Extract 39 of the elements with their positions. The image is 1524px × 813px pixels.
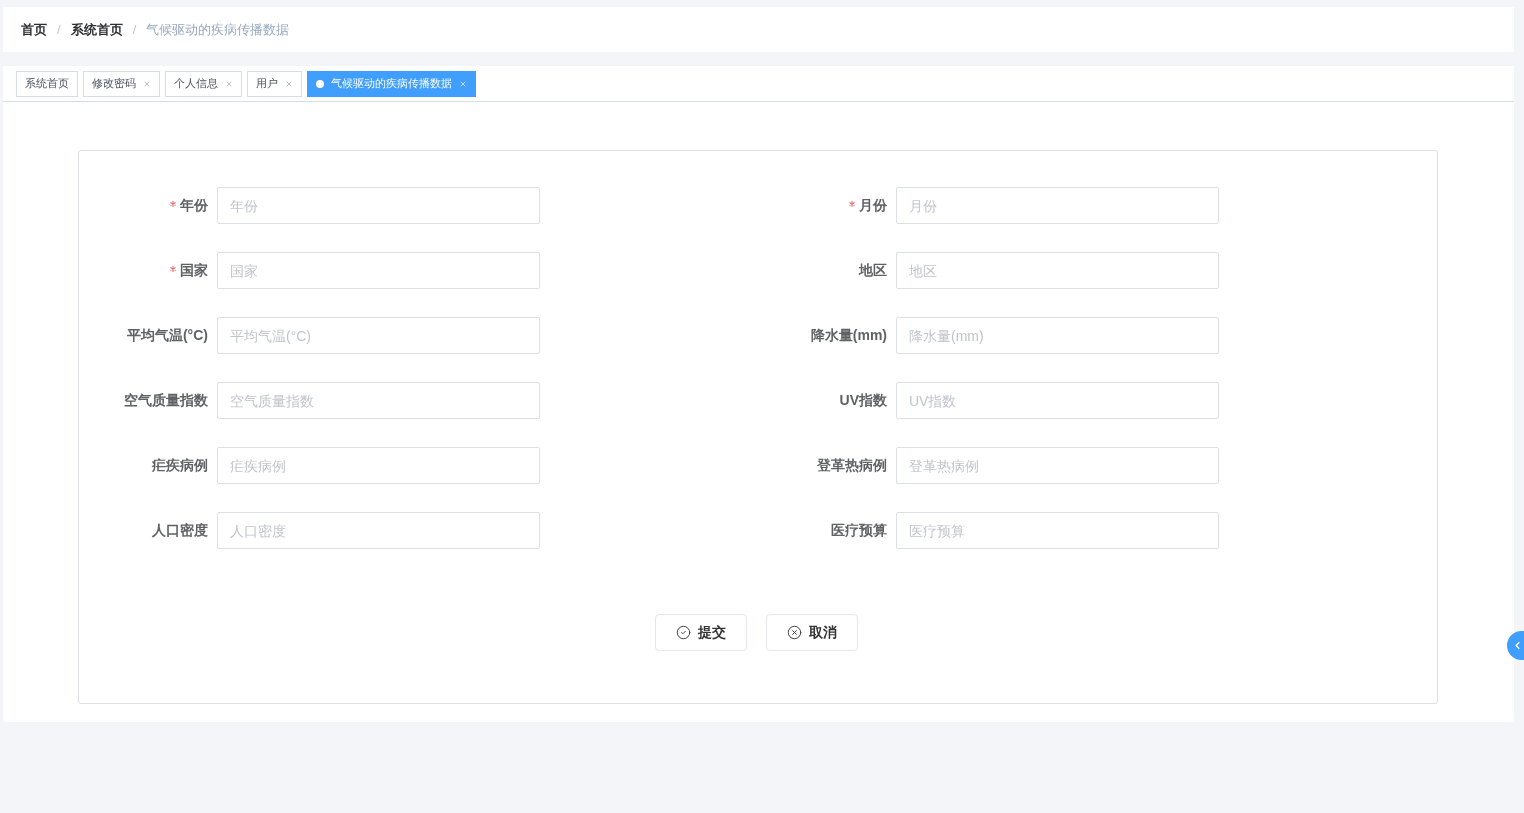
input-field[interactable]: 疟疾病例: [217, 447, 540, 484]
field-label: 地区: [859, 261, 887, 280]
check-circle-icon: [676, 625, 691, 640]
close-icon[interactable]: [225, 79, 233, 88]
input-field[interactable]: UV指数: [896, 382, 1219, 419]
field-label: UV指数: [839, 391, 887, 410]
submit-button[interactable]: 提交: [655, 614, 747, 651]
field-label: 人口密度: [152, 521, 208, 540]
input-field[interactable]: 地区: [896, 252, 1219, 289]
field-label: 降水量(mm): [810, 326, 887, 345]
field-label: 医疗预算: [831, 521, 887, 540]
input-field[interactable]: 空气质量指数: [217, 382, 540, 419]
input-field[interactable]: 登革热病例: [896, 447, 1219, 484]
tab[interactable]: 系统首页: [16, 70, 78, 97]
input-field[interactable]: 平均气温(°C): [217, 317, 540, 354]
tab[interactable]: 用户: [247, 70, 302, 97]
breadcrumb-link[interactable]: 首页: [21, 19, 47, 40]
field-label: 年份: [180, 196, 208, 215]
field-label: 空气质量指数: [124, 391, 208, 410]
input-field[interactable]: 国家: [217, 252, 540, 289]
field-label: 平均气温(°C): [126, 326, 208, 345]
tab[interactable]: 修改密码: [83, 70, 160, 97]
input-field[interactable]: 医疗预算: [896, 512, 1219, 549]
field-label: 国家: [180, 261, 208, 280]
close-icon[interactable]: [143, 79, 151, 88]
close-icon[interactable]: [285, 79, 293, 88]
breadcrumb-separator: /: [57, 20, 61, 39]
close-icon[interactable]: [459, 79, 467, 88]
input-field[interactable]: 年份: [217, 187, 540, 224]
close-circle-icon: [787, 625, 802, 640]
breadcrumb-link[interactable]: 系统首页: [70, 19, 123, 40]
input-field[interactable]: 月份: [896, 187, 1219, 224]
tab[interactable]: 个人信息: [165, 70, 242, 97]
field-label: 登革热病例: [817, 456, 887, 475]
breadcrumb-separator: /: [132, 20, 137, 39]
field-label: 月份: [859, 196, 887, 215]
input-field[interactable]: 降水量(mm): [896, 317, 1219, 354]
cancel-button[interactable]: 取消: [766, 614, 858, 651]
field-label: 疟疾病例: [152, 456, 208, 475]
